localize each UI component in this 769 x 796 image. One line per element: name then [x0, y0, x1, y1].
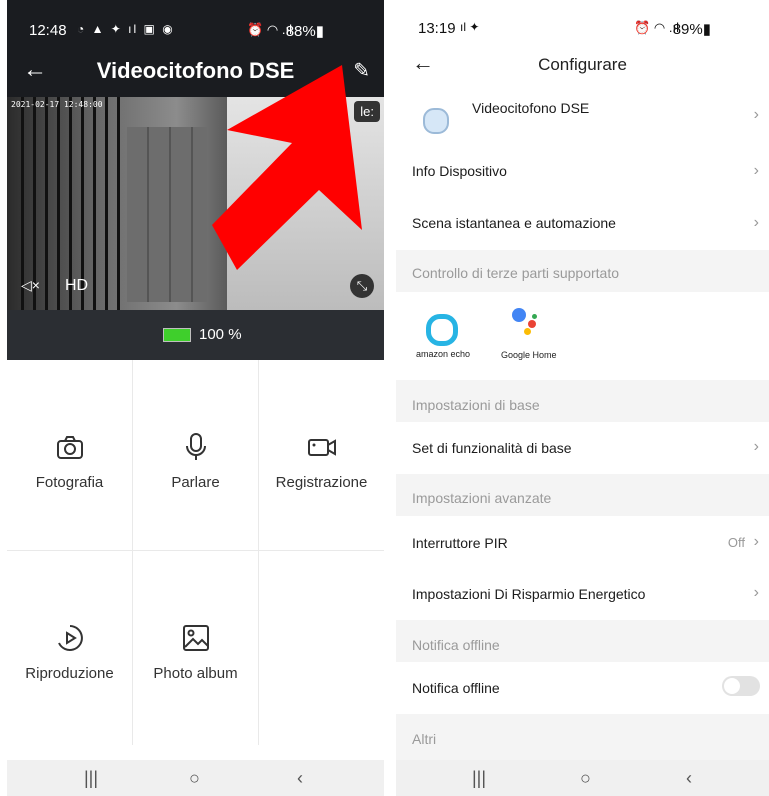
action-label: Registrazione	[275, 474, 368, 491]
battery-status-bar: 100 %	[7, 310, 384, 360]
pir-value: Off	[727, 535, 745, 550]
actions-grid: Fotografia Parlare Registrazione Riprodu…	[7, 360, 384, 760]
offline-notification-toggle[interactable]	[722, 676, 760, 696]
row-set-funzionalita[interactable]: Set di funzionalità di base ›	[396, 422, 769, 472]
action-label: Fotografia	[35, 474, 104, 491]
section-title: Altri	[412, 731, 437, 747]
row-notifica-offline: Notifica offline	[396, 662, 769, 712]
nav-back-icon[interactable]: ‹	[686, 768, 692, 789]
section-header: Impostazioni di base	[396, 380, 769, 422]
status-notification-icons: ıl ✦	[460, 20, 480, 34]
row-label: Set di funzionalità di base	[412, 440, 572, 456]
page-title: Configurare	[538, 55, 627, 74]
section-title: Notifica offline	[412, 637, 500, 653]
section-header: Controllo di terze parti supportato	[396, 250, 769, 292]
red-arrow-annotation	[212, 65, 362, 270]
recent-apps-icon[interactable]: |||	[84, 768, 98, 789]
chevron-right-icon: ›	[753, 533, 759, 550]
row-info-dispositivo[interactable]: Info Dispositivo ›	[396, 150, 769, 194]
mute-icon[interactable]: ◁×	[21, 277, 40, 294]
home-icon[interactable]: ○	[580, 768, 591, 789]
system-nav-bar: ||| ○ ‹	[7, 760, 384, 796]
action-label: Photo album	[153, 665, 238, 682]
device-name: Videocitofono DSE	[472, 100, 590, 116]
chevron-right-icon: ›	[753, 438, 759, 455]
microphone-icon	[185, 433, 206, 460]
camera-icon	[56, 436, 83, 459]
status-notification-icons: ◔ ▲ ✦ ıl ▣ ◉	[77, 22, 175, 36]
action-photo-album[interactable]: Photo album	[133, 551, 258, 741]
left-phone-screen: 12:48 ◔ ▲ ✦ ıl ▣ ◉ ⏰ ◠ .ıl 88%▮ ← Videoc…	[7, 0, 384, 796]
elevator-door	[127, 127, 207, 302]
status-battery: 88%▮	[285, 23, 324, 40]
image-icon	[182, 625, 209, 651]
recent-apps-icon[interactable]: |||	[472, 768, 486, 789]
status-battery: 89%▮	[672, 21, 711, 38]
chevron-right-icon: ›	[753, 106, 759, 123]
action-riproduzione[interactable]: Riproduzione	[7, 551, 132, 741]
section-header: Altri	[396, 714, 769, 760]
row-risparmio-energetico[interactable]: Impostazioni Di Risparmio Energetico ›	[396, 568, 769, 618]
system-nav-bar: ||| ○ ‹	[396, 760, 769, 796]
quality-toggle[interactable]: HD	[65, 277, 88, 295]
home-icon[interactable]: ○	[189, 768, 200, 789]
row-label: Notifica offline	[412, 680, 500, 696]
section-title: Impostazioni di base	[412, 397, 540, 413]
nav-back-icon[interactable]: ‹	[297, 768, 303, 789]
row-label: Info Dispositivo	[412, 163, 507, 179]
chevron-right-icon: ›	[753, 584, 759, 601]
status-bar: 12:48 ◔ ▲ ✦ ıl ▣ ◉ ⏰ ◠ .ıl 88%▮	[7, 0, 384, 44]
right-phone-screen: 13:19 ıl ✦ ⏰ ◠ .ıl 89%▮ ← Configurare Vi…	[396, 0, 769, 796]
section-header: Impostazioni avanzate	[396, 474, 769, 516]
row-label: Impostazioni Di Risparmio Energetico	[412, 586, 646, 602]
action-registrazione[interactable]: Registrazione	[259, 360, 384, 550]
google-home-label: Google Home	[501, 350, 557, 360]
action-fotografia[interactable]: Fotografia	[7, 360, 132, 550]
battery-icon	[163, 328, 191, 342]
status-bar: 13:19 ıl ✦ ⏰ ◠ .ıl 89%▮	[396, 0, 769, 44]
section-title: Controllo di terze parti supportato	[412, 265, 619, 281]
device-row[interactable]: Videocitofono DSE ›	[396, 86, 769, 144]
playback-icon	[57, 625, 83, 651]
row-scena-automazione[interactable]: Scena istantanea e automazione ›	[396, 200, 769, 246]
fullscreen-icon[interactable]: ⤡	[350, 274, 374, 298]
video-timestamp: 2021-02-17 12:48:00	[11, 100, 103, 109]
toggle-knob	[724, 678, 740, 694]
action-label: Parlare	[171, 474, 220, 491]
battery-percent: 100 %	[199, 326, 242, 343]
row-label: Scena istantanea e automazione	[412, 215, 616, 231]
status-time: 12:48	[29, 22, 67, 39]
amazon-echo-icon[interactable]	[426, 314, 458, 346]
action-parlare[interactable]: Parlare	[133, 360, 258, 550]
row-label: Interruttore PIR	[412, 535, 508, 551]
row-interruttore-pir[interactable]: Interruttore PIR Off ›	[396, 516, 769, 568]
video-camera-icon	[307, 439, 336, 456]
status-time: 13:19	[418, 20, 456, 37]
amazon-echo-label: amazon echo	[416, 349, 471, 359]
section-title: Impostazioni avanzate	[412, 490, 552, 506]
chevron-right-icon: ›	[753, 214, 759, 231]
camera-device-icon	[423, 108, 449, 134]
section-header: Notifica offline	[396, 620, 769, 662]
chevron-right-icon: ›	[753, 162, 759, 179]
app-header: ← Configurare	[396, 44, 769, 86]
action-label: Riproduzione	[25, 665, 114, 682]
